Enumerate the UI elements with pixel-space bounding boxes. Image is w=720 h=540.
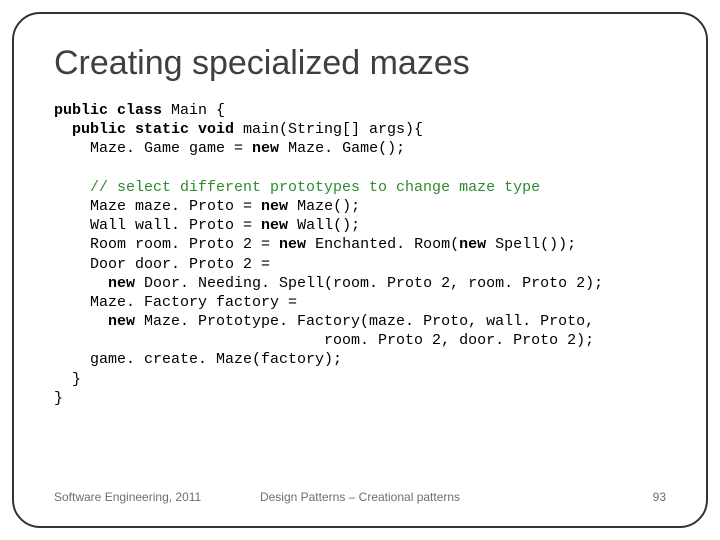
code-text: Wall wall. Proto = — [54, 217, 261, 234]
code-text: Maze. Game(); — [279, 140, 405, 157]
code-kw: public static void — [54, 121, 234, 138]
code-kw: new — [279, 236, 306, 253]
code-kw: public class — [54, 102, 162, 119]
page-number: 93 — [462, 490, 666, 504]
code-text: game. create. Maze(factory); — [54, 351, 342, 368]
code-kw: new — [54, 313, 135, 330]
code-text: Door. Needing. Spell(room. Proto 2, room… — [135, 275, 603, 292]
code-text: main(String[] args){ — [234, 121, 423, 138]
footer: Software Engineering, 2011 Design Patter… — [54, 490, 666, 504]
code-text: Main { — [162, 102, 225, 119]
slide-frame: Creating specialized mazes public class … — [12, 12, 708, 528]
code-text: Door door. Proto 2 = — [54, 256, 270, 273]
footer-left: Software Engineering, 2011 — [54, 490, 258, 504]
code-text: } — [54, 371, 81, 388]
code-kw: new — [459, 236, 486, 253]
code-text: Maze(); — [288, 198, 360, 215]
code-text: room. Proto 2, door. Proto 2); — [54, 332, 594, 349]
code-comment: // select different prototypes to change… — [54, 179, 540, 196]
code-text: Maze. Prototype. Factory(maze. Proto, wa… — [135, 313, 594, 330]
code-kw: new — [252, 140, 279, 157]
code-text: Maze. Game game = — [54, 140, 252, 157]
code-text: } — [54, 390, 63, 407]
code-text: Maze maze. Proto = — [54, 198, 261, 215]
code-text: Room room. Proto 2 = — [54, 236, 279, 253]
code-kw: new — [261, 198, 288, 215]
code-text: Spell()); — [486, 236, 576, 253]
slide-title: Creating specialized mazes — [54, 44, 666, 83]
code-block: public class Main { public static void m… — [54, 101, 666, 408]
footer-center: Design Patterns – Creational patterns — [258, 490, 462, 504]
code-kw: new — [261, 217, 288, 234]
code-text: Maze. Factory factory = — [54, 294, 297, 311]
code-kw: new — [54, 275, 135, 292]
code-text: Enchanted. Room( — [306, 236, 459, 253]
code-text: Wall(); — [288, 217, 360, 234]
